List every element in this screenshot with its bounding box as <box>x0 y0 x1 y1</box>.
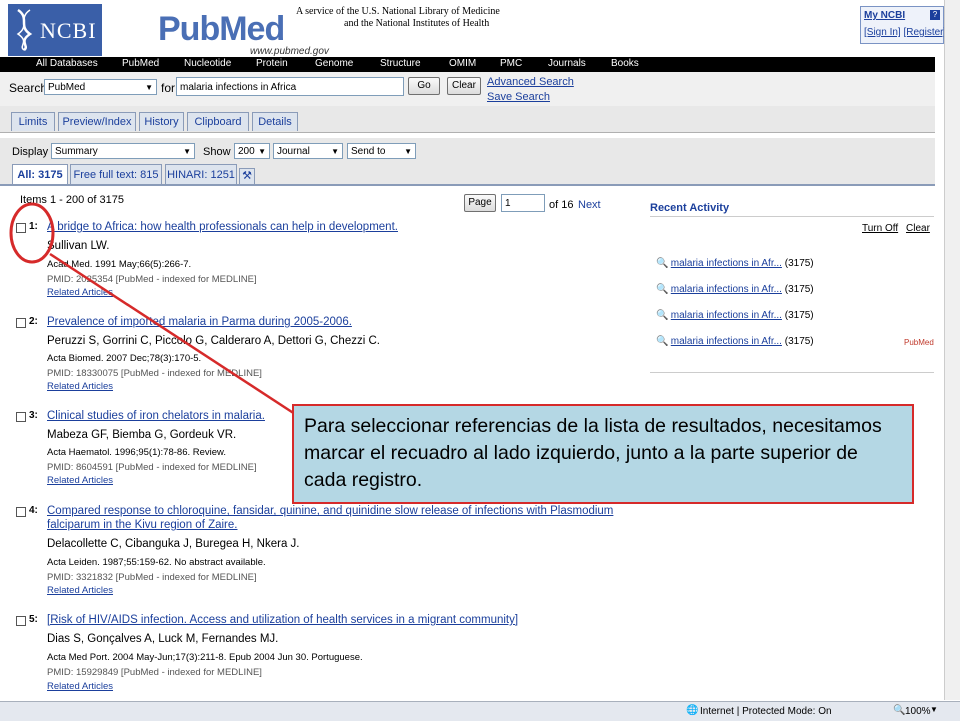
chevron-down-icon[interactable]: ▼ <box>930 705 938 714</box>
browser-status-bar: 🌐 Internet | Protected Mode: On 🔍 100% ▼ <box>0 701 960 721</box>
security-zone[interactable]: Internet | Protected Mode: On <box>700 706 832 717</box>
explanation-callout: Para seleccionar referencias de la lista… <box>292 404 914 504</box>
pointer-line <box>49 252 299 418</box>
globe-icon: 🌐 <box>686 705 699 716</box>
annotation-overlay <box>9 202 299 418</box>
highlight-circle <box>9 202 55 264</box>
vertical-scrollbar[interactable] <box>944 0 960 700</box>
zoom-icon: 🔍 <box>893 705 906 716</box>
zoom-level[interactable]: 100% <box>905 706 931 717</box>
